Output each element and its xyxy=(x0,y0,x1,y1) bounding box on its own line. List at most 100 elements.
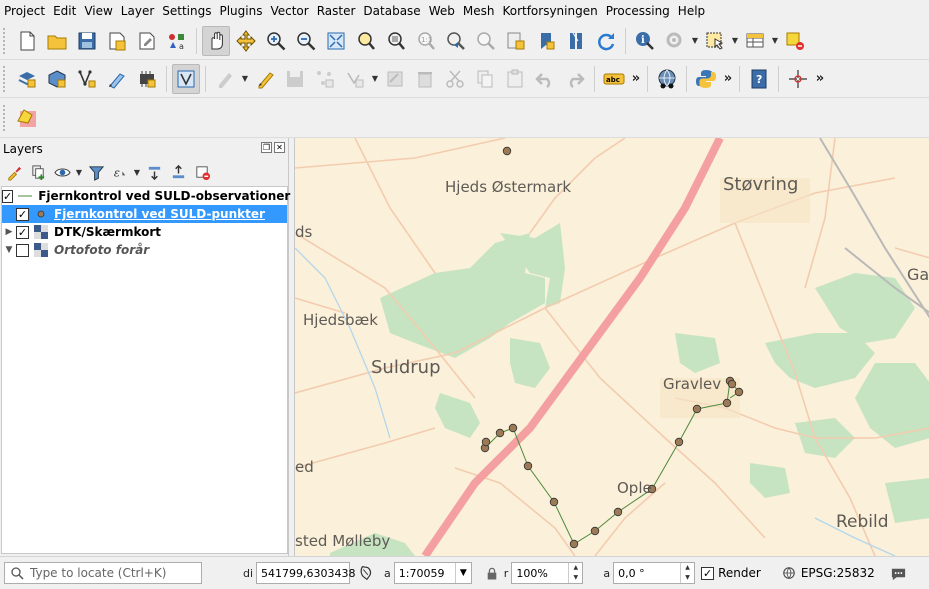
menu-project[interactable]: Project xyxy=(0,0,49,22)
new-bookmark-icon[interactable] xyxy=(502,26,530,56)
action-icon[interactable] xyxy=(661,26,689,56)
zoom-in-icon[interactable] xyxy=(262,26,290,56)
add-feature-icon[interactable] xyxy=(341,64,369,94)
virtual-layer-icon[interactable] xyxy=(172,63,200,94)
chevron-down-icon[interactable]: ▼ xyxy=(690,26,700,56)
menu-database[interactable]: Database xyxy=(359,0,424,22)
menu-settings[interactable]: Settings xyxy=(158,0,215,22)
close-icon[interactable]: ✕ xyxy=(274,142,285,153)
crs-globe-icon[interactable] xyxy=(779,563,799,583)
chevron-down-icon[interactable]: ▼ xyxy=(74,157,84,187)
expression-filter-icon[interactable]: ε xyxy=(108,160,132,184)
remove-layer-icon[interactable] xyxy=(190,160,214,184)
menu-vector[interactable]: Vector xyxy=(266,0,312,22)
attribute-edit-icon[interactable] xyxy=(381,64,409,94)
layer-visibility-checkbox[interactable] xyxy=(16,243,29,257)
identify-icon[interactable]: i xyxy=(631,26,659,56)
select-features-icon[interactable] xyxy=(701,26,729,56)
save-edits-icon[interactable] xyxy=(281,64,309,94)
magnifier-spinbox[interactable]: 100% ▲ ▼ xyxy=(511,562,584,584)
save-as-icon[interactable] xyxy=(103,26,131,56)
collapse-arrow-icon[interactable]: ▼ xyxy=(2,245,16,255)
menu-plugins[interactable]: Plugins xyxy=(215,0,266,22)
toolbar-overflow-icon[interactable]: » xyxy=(813,71,827,86)
save-project-icon[interactable] xyxy=(73,26,101,56)
zoom-last-icon[interactable] xyxy=(442,26,470,56)
chevron-down-icon[interactable]: ▼ xyxy=(132,157,142,187)
deselect-icon[interactable] xyxy=(781,26,809,56)
add-group-icon[interactable] xyxy=(26,160,50,184)
paste-icon[interactable] xyxy=(501,64,529,94)
chevron-down-icon[interactable]: ▼ xyxy=(240,64,250,94)
spin-arrows[interactable]: ▲ ▼ xyxy=(680,563,694,583)
toolbar-grip[interactable] xyxy=(3,27,9,54)
render-checkbox[interactable]: ✓ xyxy=(701,566,715,580)
locator-search-input[interactable]: Type to locate (Ctrl+K) xyxy=(4,562,202,584)
menu-layer[interactable]: Layer xyxy=(117,0,158,22)
chevron-down-icon[interactable]: ▼ xyxy=(454,563,471,583)
layer-visibility-checkbox[interactable]: ✓ xyxy=(2,189,14,203)
chevron-down-icon[interactable]: ▼ xyxy=(770,26,780,56)
redo-icon[interactable] xyxy=(561,64,589,94)
new-project-icon[interactable] xyxy=(13,26,41,56)
coordinate-field[interactable]: 541799,6303438 xyxy=(256,562,356,584)
delete-icon[interactable] xyxy=(411,64,439,94)
vertex-tool-icon[interactable] xyxy=(311,64,339,94)
layer-visibility-checkbox[interactable]: ✓ xyxy=(16,225,29,239)
style-layer-icon[interactable] xyxy=(2,160,26,184)
menu-kortforsyningen[interactable]: Kortforsyningen xyxy=(498,0,601,22)
layer-visibility-checkbox[interactable]: ✓ xyxy=(16,207,29,221)
chevron-down-icon[interactable]: ▼ xyxy=(370,64,380,94)
kortforsyningen-plugin-icon[interactable] xyxy=(13,103,41,133)
chevron-down-icon[interactable]: ▼ xyxy=(730,26,740,56)
pan-to-selection-icon[interactable] xyxy=(232,26,260,56)
label-icon[interactable]: abc xyxy=(600,64,628,94)
zoom-full-icon[interactable] xyxy=(322,26,350,56)
pan-icon[interactable] xyxy=(202,25,230,56)
refresh-icon[interactable] xyxy=(592,26,620,56)
menu-raster[interactable]: Raster xyxy=(313,0,360,22)
show-bookmarks-icon[interactable] xyxy=(532,26,560,56)
messages-icon[interactable] xyxy=(889,563,909,583)
collapse-all-icon[interactable] xyxy=(166,160,190,184)
python-icon[interactable] xyxy=(692,64,720,94)
menu-help[interactable]: Help xyxy=(674,0,709,22)
zoom-next-icon[interactable] xyxy=(472,26,500,56)
expand-all-icon[interactable] xyxy=(142,160,166,184)
menu-edit[interactable]: Edit xyxy=(49,0,80,22)
globe-icon[interactable] xyxy=(653,64,681,94)
digitize-icon[interactable] xyxy=(103,64,131,94)
new-geopackage-icon[interactable] xyxy=(43,64,71,94)
menu-processing[interactable]: Processing xyxy=(602,0,674,22)
zoom-to-selection-icon[interactable] xyxy=(352,26,380,56)
print-layout-icon[interactable] xyxy=(133,26,161,56)
toolbar-overflow-icon[interactable]: » xyxy=(629,71,643,86)
map-canvas[interactable]: Hjeds Østermark Støvring ds Hjedsbæk Sul… xyxy=(294,138,929,556)
scale-combobox[interactable]: 1:70059 ▼ xyxy=(393,562,472,584)
toolbar-overflow-icon[interactable]: » xyxy=(721,71,735,86)
zoom-native-icon[interactable]: 1:1 xyxy=(412,26,440,56)
layer-row[interactable]: ▶ ✓ DTK/Skærmkort xyxy=(2,223,287,241)
menu-web[interactable]: Web xyxy=(425,0,459,22)
crs-label[interactable]: EPSG:25832 xyxy=(801,566,875,580)
undo-icon[interactable] xyxy=(531,64,559,94)
menu-mesh[interactable]: Mesh xyxy=(459,0,499,22)
current-edits-icon[interactable] xyxy=(211,64,239,94)
spin-arrows[interactable]: ▲ ▼ xyxy=(568,563,582,583)
help-icon[interactable]: ? xyxy=(745,64,773,94)
toolbar-grip[interactable] xyxy=(3,65,9,92)
extents-toggle-icon[interactable] xyxy=(356,563,376,583)
new-shapefile-icon[interactable] xyxy=(73,64,101,94)
undock-icon[interactable]: ❐ xyxy=(261,142,272,153)
rotation-spinbox[interactable]: 0,0 ° ▲ ▼ xyxy=(613,562,696,584)
expand-arrow-icon[interactable]: ▶ xyxy=(2,227,16,237)
zoom-out-icon[interactable] xyxy=(292,26,320,56)
lock-icon[interactable] xyxy=(482,563,502,583)
layer-row[interactable]: ▼ Ortofoto forår xyxy=(2,241,287,259)
layer-row[interactable]: ✓ Fjernkontrol ved SULD-observationer xyxy=(2,187,290,205)
gps-icon[interactable] xyxy=(133,64,161,94)
visibility-icon[interactable] xyxy=(50,160,74,184)
data-source-manager-icon[interactable] xyxy=(13,64,41,94)
open-project-icon[interactable] xyxy=(43,26,71,56)
toolbar-grip[interactable] xyxy=(3,104,9,131)
